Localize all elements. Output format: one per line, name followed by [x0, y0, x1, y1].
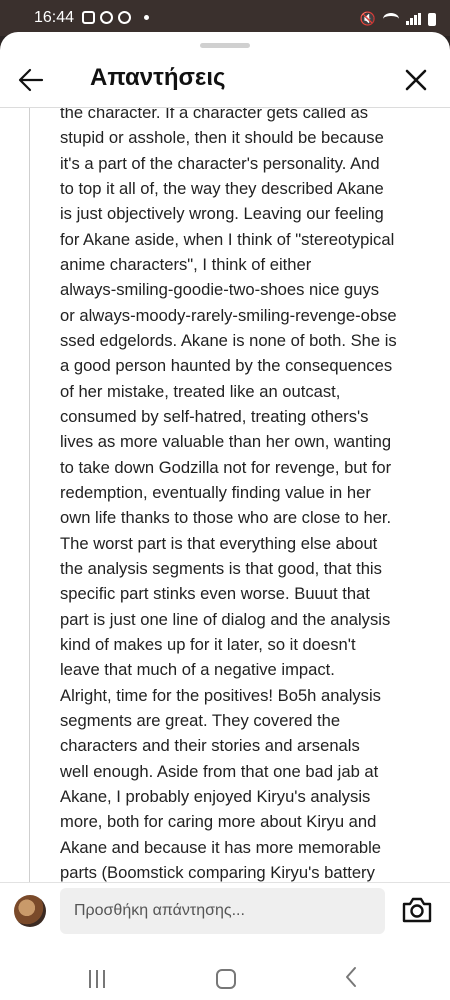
reply-line: a good person haunted by the consequence… — [60, 356, 393, 376]
reply-line: or always-moody-rarely-smiling-revenge-o… — [60, 305, 397, 325]
more-notifications-icon — [144, 15, 149, 20]
close-icon — [405, 69, 427, 91]
reply-line: leave that much of a negative impact. — [60, 660, 335, 680]
reply-line: Akane and because it has more memorable — [60, 837, 381, 857]
wifi-icon — [383, 13, 399, 25]
reply-line: the analysis segments is that good, that… — [60, 558, 382, 578]
camera-button[interactable] — [400, 895, 434, 925]
reply-text: the character. If a character gets calle… — [60, 108, 432, 882]
reply-line: it's a part of the character's personali… — [60, 153, 380, 173]
reply-composer: Προσθήκη απάντησης... — [0, 882, 450, 954]
thread-line — [29, 108, 30, 882]
reply-line: consumed by self-hatred, treating others… — [60, 406, 369, 426]
close-button[interactable] — [398, 62, 434, 98]
notification-icons — [82, 11, 149, 24]
avatar — [14, 895, 46, 927]
status-bar: 16:44 🔇 — [0, 0, 450, 36]
arrow-left-icon — [18, 68, 44, 92]
battery-icon — [428, 12, 436, 26]
reply-line: specific part stinks even worse. Buuut t… — [60, 584, 370, 604]
home-icon[interactable] — [216, 969, 236, 989]
back-button[interactable] — [14, 62, 50, 98]
reply-line: kind of makes up for it later, so it doe… — [60, 634, 356, 654]
reply-input[interactable]: Προσθήκη απάντησης... — [60, 888, 385, 934]
reply-line: lives as more valuable than her own, wan… — [60, 432, 392, 452]
reply-line: well enough. Aside from that one bad jab… — [60, 761, 379, 781]
reply-line: to take down Godzilla not for revenge, b… — [60, 457, 392, 477]
reply-line: redemption, eventually finding value in … — [60, 482, 371, 502]
system-icons: 🔇 — [360, 11, 436, 27]
header: Απαντήσεις — [0, 56, 450, 108]
camera-icon — [402, 897, 432, 923]
reply-line: always-smiling-goodie-two-shoes nice guy… — [60, 280, 380, 300]
navigation-bar — [0, 954, 450, 1000]
reply-line: anime characters", I think of either — [60, 254, 312, 274]
reply-line: Alright, time for the positives! Bo5h an… — [60, 685, 381, 705]
replies-sheet: Απαντήσεις the character. If a character… — [0, 32, 450, 1000]
status-time: 16:44 — [34, 9, 75, 26]
drag-handle[interactable] — [200, 43, 250, 48]
reply-line: own life thanks to those who are close t… — [60, 508, 392, 528]
reply-line: ssed edgelords. Akane is none of both. S… — [60, 330, 397, 350]
page-title: Απαντήσεις — [90, 64, 226, 91]
reply-line: Akane, I probably enjoyed Kiryu's analys… — [60, 786, 371, 806]
reply-line: The worst part is that everything else a… — [60, 533, 378, 553]
reply-line: stupid or asshole, then it should be bec… — [60, 128, 384, 148]
reply-line: part is just one line of dialog and the … — [60, 609, 391, 629]
signal-icon — [406, 13, 421, 25]
reply-line: segments are great. They covered the — [60, 710, 341, 730]
reply-line: characters and their stories and arsenal… — [60, 736, 360, 756]
reply-thread[interactable]: the character. If a character gets calle… — [0, 108, 450, 882]
reply-line: for Akane aside, when I think of "stereo… — [60, 229, 395, 249]
reply-line: to top it all of, the way they described… — [60, 178, 384, 198]
mute-icon: 🔇 — [359, 11, 376, 26]
gallery-icon — [82, 11, 95, 24]
reply-line: parts (Boomstick comparing Kiryu's batte… — [60, 862, 375, 882]
reply-line: more, both for caring more about Kiryu a… — [60, 812, 377, 832]
spotify-icon — [118, 11, 131, 24]
reply-line: the character. If a character gets calle… — [60, 108, 369, 122]
messenger-icon — [100, 11, 113, 24]
back-icon[interactable] — [344, 966, 358, 993]
reply-line: is just objectively wrong. Leaving our f… — [60, 204, 384, 224]
recents-icon[interactable] — [89, 970, 105, 988]
reply-line: of her mistake, treated like an outcast, — [60, 381, 341, 401]
